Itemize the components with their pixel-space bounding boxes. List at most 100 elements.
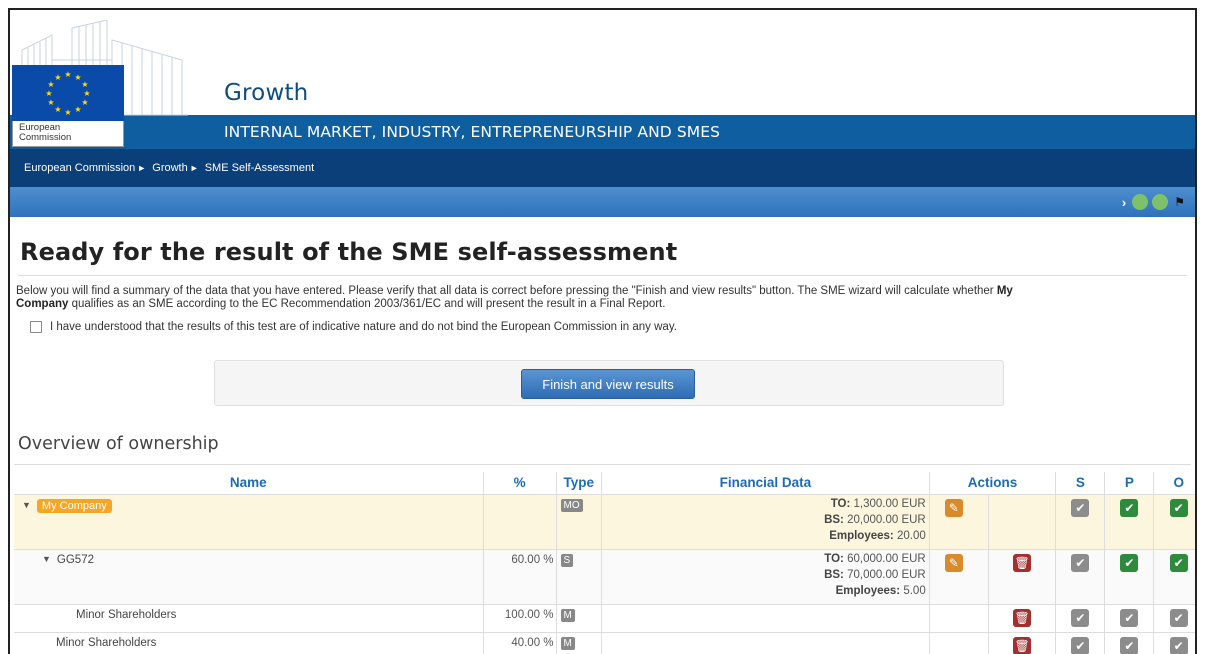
o-cell: ✔ [1153, 494, 1195, 550]
chevron-right-icon[interactable]: › [1122, 195, 1126, 210]
row-name[interactable]: GG572 [57, 554, 94, 566]
percent-cell [483, 494, 557, 550]
trash-icon[interactable]: 🗑 [1013, 608, 1032, 627]
breadcrumb-item-growth[interactable]: Growth [152, 162, 187, 174]
check-icon: ✔ [1169, 636, 1188, 654]
column-header-o: O [1153, 472, 1195, 495]
svg-text:★: ★ [47, 98, 54, 107]
type-cell: M [556, 632, 603, 654]
column-header-financial-data[interactable]: Financial Data [601, 472, 930, 495]
table-row-minor-shareholders: Minor Shareholders 40.00 % M 🗑 ✔ ✔ ✔ [14, 632, 1195, 654]
balance-sheet-label: BS: [824, 513, 844, 526]
ownership-table: Name % Type Financial Data Actions S P O… [14, 472, 1195, 654]
understand-label[interactable]: I have understood that the results of th… [50, 321, 677, 333]
divider [18, 275, 1187, 276]
type-badge: M [560, 608, 575, 622]
name-cell: Minor Shareholders [14, 604, 484, 633]
finish-and-view-results-button[interactable]: Finish and view results [521, 369, 695, 399]
check-icon: ✔ [1120, 553, 1139, 572]
company-name-badge[interactable]: My Company [36, 498, 112, 513]
name-cell: ▼ GG572 [14, 549, 484, 605]
delete-action-cell: 🗑 [988, 632, 1057, 654]
turnover-value: 60,000.00 EUR [847, 552, 926, 565]
turnover-label: TO: [824, 552, 844, 565]
table-header-row: Name % Type Financial Data Actions S P O [14, 472, 1195, 495]
row-name[interactable]: Minor Shareholders [76, 609, 176, 621]
breadcrumb-item-european-commission[interactable]: European Commission [24, 162, 135, 174]
site-name[interactable]: Growth [224, 80, 308, 106]
breadcrumb: European Commission ► Growth ► SME Self-As… [10, 149, 1195, 187]
balance-sheet-label: BS: [824, 568, 844, 581]
turnover-label: TO: [830, 497, 851, 510]
employees-label: Employees: [835, 584, 901, 597]
tool-icons: › ⚑ [1122, 194, 1185, 210]
delete-action-cell [988, 494, 1057, 550]
financial-data-cell: TO: 1,300.00 EUR BS: 20,000.00 EUR Emplo… [601, 494, 930, 550]
finish-panel: Finish and view results [214, 360, 1004, 406]
table-row-gg572: ▼ GG572 60.00 % S TO: 60,000.00 EUR BS: 7… [14, 549, 1195, 605]
understand-checkbox-row[interactable]: I have understood that the results of th… [30, 321, 1195, 333]
s-cell: ✔ [1055, 494, 1106, 550]
check-icon: ✔ [1169, 498, 1188, 517]
column-header-s: S [1055, 472, 1106, 495]
intro-bold2: Company [16, 298, 69, 310]
svg-text:★: ★ [64, 70, 71, 79]
trash-icon[interactable]: 🗑 [1013, 553, 1032, 572]
european-commission-logo[interactable]: ★ ★ ★ ★ ★ ★ ★ ★ ★ ★ ★ ★ European Commiss… [12, 65, 124, 147]
intro-part2: qualifies as an SME according to the EC … [68, 298, 666, 310]
type-cell: MO [556, 494, 603, 550]
breadcrumb-item-current: SME Self-Assessment [204, 162, 315, 174]
p-cell: ✔ [1104, 494, 1155, 550]
financial-data-cell [601, 632, 930, 654]
dg-name-bar: INTERNAL MARKET, INDUSTRY, ENTREPRENEURS… [10, 115, 1195, 149]
flag-icon[interactable]: ⚑ [1174, 195, 1185, 209]
p-cell: ✔ [1104, 604, 1155, 633]
edit-action-cell [929, 632, 989, 654]
p-cell: ✔ [1104, 549, 1155, 605]
svg-text:★: ★ [64, 108, 71, 117]
table-row-my-company: ▼ My Company MO TO: 1,300.00 EUR BS: 20,0… [14, 494, 1195, 550]
balance-sheet-value: 20,000.00 EUR [847, 513, 926, 526]
collapse-triangle-icon[interactable]: ▼ [22, 500, 31, 510]
understand-checkbox[interactable] [30, 321, 42, 333]
green-circle-icon[interactable] [1152, 194, 1169, 210]
divider [14, 464, 1191, 465]
svg-text:★: ★ [54, 105, 61, 114]
svg-text:★: ★ [45, 89, 52, 98]
trash-icon[interactable]: 🗑 [1013, 636, 1032, 654]
check-icon: ✔ [1169, 553, 1188, 572]
check-icon: ✔ [1071, 636, 1090, 654]
percent-cell: 100.00 % [483, 604, 557, 633]
column-header-type[interactable]: Type [556, 472, 603, 495]
edit-icon[interactable]: ✎ [944, 553, 963, 572]
s-cell: ✔ [1055, 604, 1106, 633]
type-cell: M [556, 604, 603, 633]
check-icon: ✔ [1071, 498, 1090, 517]
check-icon: ✔ [1071, 553, 1090, 572]
percent-cell: 40.00 % [483, 632, 557, 654]
collapse-triangle-icon[interactable]: ▼ [42, 554, 51, 564]
o-cell: ✔ [1153, 604, 1195, 633]
o-cell: ✔ [1153, 549, 1195, 605]
logo-text: European Commission [12, 121, 124, 147]
column-header-name[interactable]: Name [14, 472, 484, 495]
type-cell: S [556, 549, 603, 605]
intro-bold1: My [996, 285, 1013, 297]
logo-text-line2: Commission [19, 132, 72, 143]
edit-action-cell: ✎ [929, 494, 989, 550]
delete-action-cell: 🗑 [988, 549, 1057, 605]
svg-text:★: ★ [74, 105, 81, 114]
edit-icon[interactable]: ✎ [944, 498, 963, 517]
row-name[interactable]: Minor Shareholders [56, 637, 156, 649]
check-icon: ✔ [1120, 608, 1139, 627]
column-header-percent[interactable]: % [483, 472, 557, 495]
eu-flag-icon: ★ ★ ★ ★ ★ ★ ★ ★ ★ ★ ★ ★ [12, 65, 124, 121]
o-cell: ✔ [1153, 632, 1195, 654]
green-circle-icon[interactable] [1132, 194, 1149, 210]
edit-action-cell: ✎ [929, 549, 989, 605]
employees-value: 5.00 [903, 584, 926, 597]
edit-action-cell [929, 604, 989, 633]
breadcrumb-separator-icon: ► [137, 163, 147, 173]
column-header-p: P [1104, 472, 1155, 495]
type-badge: M [560, 636, 575, 650]
